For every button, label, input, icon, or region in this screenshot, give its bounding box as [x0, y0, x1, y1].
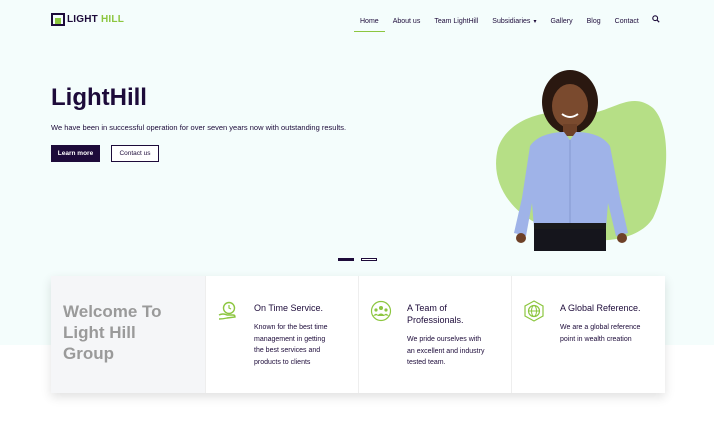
- welcome-heading-line: Group: [63, 344, 114, 363]
- feature-global-reference: A Global Reference. We are a global refe…: [511, 276, 664, 393]
- welcome-heading-line: Light Hill: [63, 323, 136, 342]
- slider-dot-active[interactable]: [338, 258, 354, 261]
- team-icon: [370, 300, 392, 322]
- nav-item-subsidiaries[interactable]: Subsidiaries ▾: [492, 18, 536, 25]
- nav-item-subsidiaries-label: Subsidiaries: [492, 17, 531, 25]
- feature-title-line: Professionals.: [407, 315, 464, 325]
- features-panel: Welcome To Light Hill Group On Time Serv…: [51, 276, 665, 393]
- welcome-heading-line: Welcome To: [63, 302, 162, 321]
- hero-subtitle: We have been in successful operation for…: [51, 123, 347, 132]
- feature-title: On Time Service.: [254, 303, 324, 313]
- feature-text-line: We are a global reference: [560, 324, 641, 331]
- logo-text-hill: HILL: [101, 14, 125, 25]
- search-icon[interactable]: [652, 15, 660, 23]
- globe-icon: [524, 300, 544, 322]
- feature-title: A Team of Professionals.: [407, 302, 507, 326]
- site-header: LIGHT HILL Home About us Team LightHill …: [0, 0, 714, 38]
- contact-us-button[interactable]: Contact us: [111, 145, 159, 162]
- welcome-block: Welcome To Light Hill Group: [51, 276, 205, 393]
- nav-item-gallery[interactable]: Gallery: [550, 18, 572, 25]
- feature-title: A Global Reference.: [560, 303, 641, 313]
- hero-person-image: [496, 70, 667, 251]
- main-nav: Home About us Team LightHill Subsidiarie…: [354, 15, 653, 32]
- feature-text-line: point in wealth creation: [560, 335, 632, 343]
- hand-clock-icon: [218, 301, 236, 320]
- feature-text-line: products to clients: [254, 358, 311, 366]
- nav-item-about-us[interactable]: About us: [393, 18, 421, 25]
- learn-more-button[interactable]: Learn more: [51, 145, 100, 162]
- feature-team-professionals: A Team of Professionals. We pride oursel…: [358, 276, 511, 393]
- feature-title-line: A Team of: [407, 303, 447, 313]
- nav-item-home[interactable]: Home: [354, 18, 385, 32]
- nav-item-team-lighthill[interactable]: Team LightHill: [434, 18, 478, 25]
- feature-text-line: tested team.: [407, 359, 446, 366]
- logo[interactable]: LIGHT HILL: [51, 13, 124, 26]
- slider-dot[interactable]: [361, 258, 377, 261]
- logo-text-light: LIGHT: [67, 14, 98, 25]
- hero-title: LightHill: [51, 84, 147, 111]
- nav-item-blog[interactable]: Blog: [587, 18, 601, 25]
- feature-on-time-service: On Time Service. Known for the best time…: [205, 276, 358, 393]
- feature-text-line: Known for the best time: [254, 324, 328, 331]
- nav-item-contact[interactable]: Contact: [615, 18, 639, 25]
- feature-text-line: the best services and: [254, 347, 321, 354]
- logo-mark-icon: [51, 13, 65, 26]
- feature-text-line: an excellent and industry: [407, 347, 485, 355]
- feature-text-line: We pride ourselves with: [407, 336, 482, 343]
- feature-text-line: management in getting: [254, 335, 326, 343]
- chevron-down-icon: ▾: [533, 18, 537, 25]
